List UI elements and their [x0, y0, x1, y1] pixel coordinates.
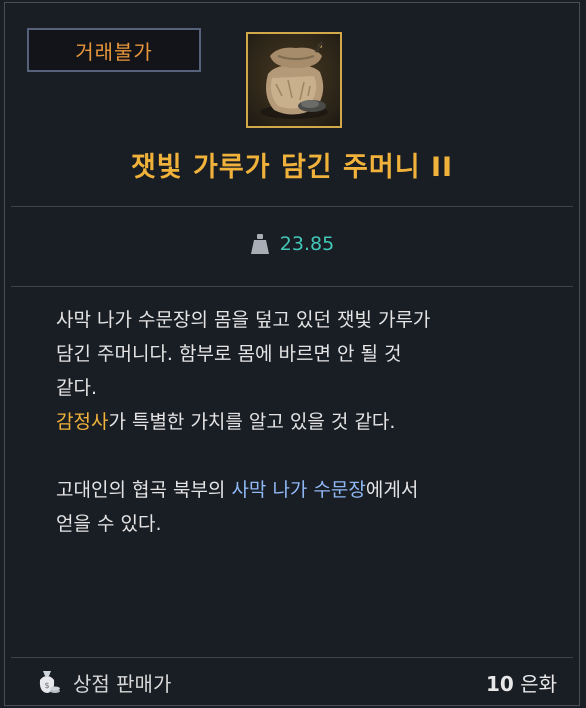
shop-price-label-group: $ 상점 판매가	[33, 668, 171, 697]
shop-price-footer: $ 상점 판매가 10 은화	[5, 659, 579, 705]
item-description: 사막 나가 수문장의 몸을 덮고 있던 잿빛 가루가 담긴 주머니다. 함부로 …	[56, 303, 556, 541]
item-tooltip: 거래불가 잿빛 가루가 담긴 주머니 II 23.85 사막 나가 수문장의 몸…	[4, 2, 580, 706]
divider-middle	[11, 286, 573, 287]
description-spacer	[56, 439, 556, 473]
weight-icon	[250, 234, 269, 254]
weight-value: 23.85	[279, 233, 335, 255]
divider-top	[11, 206, 573, 207]
untradeable-badge: 거래불가	[27, 28, 201, 72]
description-line-6: 얻을 수 있다.	[56, 513, 162, 535]
description-line-1: 사막 나가 수문장의 몸을 덮고 있던 잿빛 가루가	[56, 309, 431, 331]
shop-price-number: 10	[485, 671, 514, 696]
shop-price-label: 상점 판매가	[73, 671, 172, 696]
weight-row: 23.85	[5, 233, 579, 255]
ash-pouch-icon[interactable]	[246, 32, 342, 128]
money-bag-icon: $	[39, 671, 60, 693]
description-line-3: 같다.	[56, 377, 97, 399]
naga-gatekeeper-highlight: 사막 나가 수문장	[231, 479, 366, 501]
description-line-5: 고대인의 협곡 북부의 사막 나가 수문장에게서	[56, 473, 556, 507]
untradeable-badge-label: 거래불가	[75, 39, 153, 64]
item-title: 잿빛 가루가 담긴 주머니 II	[130, 152, 454, 183]
divider-bottom	[11, 657, 573, 658]
description-line-4: 감정사가 특별한 가치를 알고 있을 것 같다.	[56, 405, 556, 439]
description-line-5-suffix: 에게서	[365, 479, 419, 501]
appraiser-highlight: 감정사	[56, 411, 109, 433]
svg-text:$: $	[44, 681, 49, 690]
description-line-5-prefix: 고대인의 협곡 북부의	[56, 479, 232, 501]
description-line-2: 담긴 주머니다. 함부로 몸에 바르면 안 될 것	[56, 343, 402, 365]
shop-price-value: 10 은화	[486, 668, 557, 697]
shop-price-unit: 은화	[520, 671, 557, 696]
description-line-4-rest: 가 특별한 가치를 알고 있을 것 같다.	[108, 411, 396, 433]
